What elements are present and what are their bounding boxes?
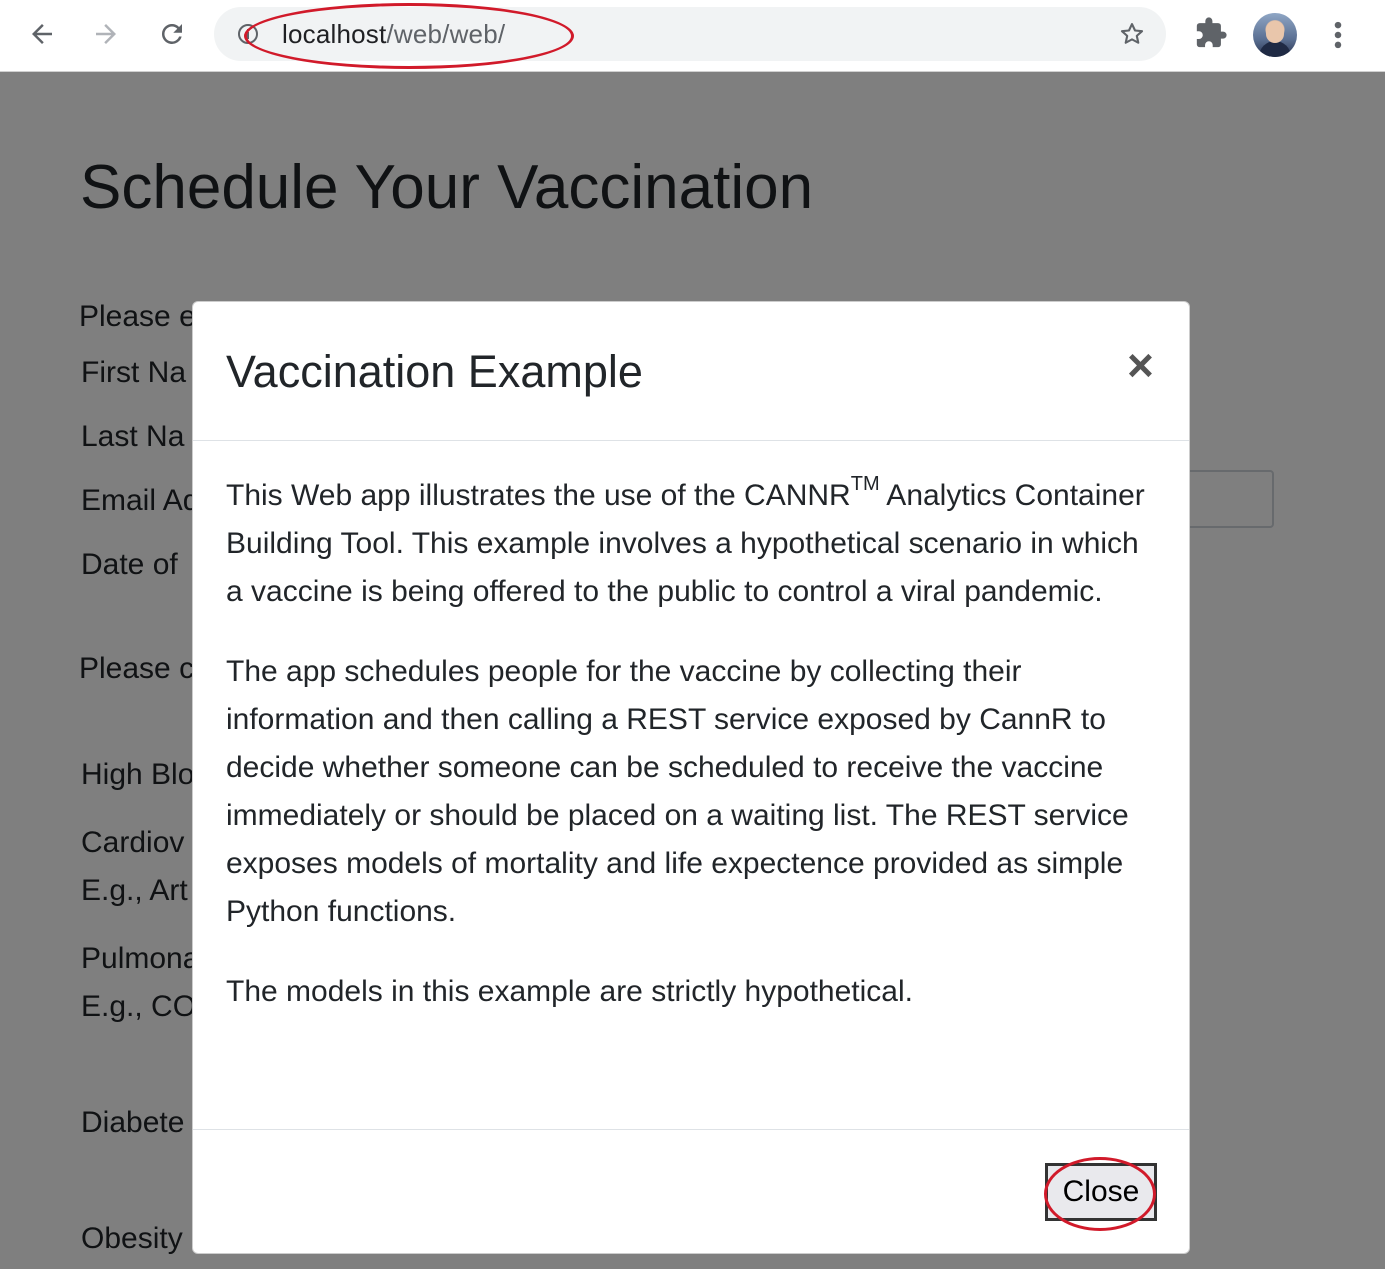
- modal-title: Vaccination Example: [226, 346, 643, 397]
- url-highlight-annotation: [244, 3, 574, 69]
- modal-body: This Web app illustrates the use of the …: [226, 472, 1156, 1048]
- profile-avatar[interactable]: [1253, 13, 1297, 57]
- extensions-puzzle-icon[interactable]: [1194, 16, 1228, 55]
- arrow-left-icon: [32, 24, 52, 44]
- modal-paragraph-3: The models in this example are strictly …: [226, 975, 913, 1008]
- p1-before: This Web app illustrates the use of the …: [226, 479, 851, 512]
- close-button-highlight-annotation: [1044, 1157, 1156, 1231]
- modal-paragraph-2: The app schedules people for the vaccine…: [226, 655, 1129, 928]
- arrow-right-icon: [96, 24, 116, 44]
- close-x-icon[interactable]: ×: [1127, 342, 1154, 388]
- browser-toolbar: localhost/web/web/: [0, 0, 1385, 72]
- reload-button[interactable]: [152, 14, 192, 54]
- back-button[interactable]: [22, 14, 62, 54]
- modal-paragraph-1: This Web app illustrates the use of the …: [226, 472, 1156, 616]
- forward-button[interactable]: [86, 14, 126, 54]
- vaccination-modal: Vaccination Example × This Web app illus…: [192, 301, 1190, 1254]
- reload-icon: [161, 23, 182, 44]
- modal-header: Vaccination Example ×: [193, 302, 1189, 441]
- trademark-sup: TM: [850, 473, 880, 495]
- more-options-icon[interactable]: [1326, 18, 1350, 57]
- modal-footer: Close: [193, 1129, 1189, 1255]
- bookmark-star-icon[interactable]: [1118, 20, 1146, 53]
